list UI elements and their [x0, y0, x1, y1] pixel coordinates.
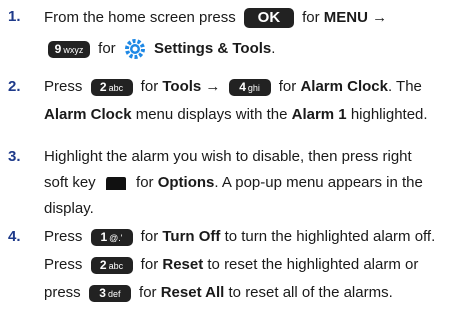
ok-key-icon: OK [243, 8, 294, 28]
key-1-icon: 1 @.' [90, 228, 133, 246]
step-number: 3. [8, 148, 21, 165]
key-4-icon: 4 ghi [228, 78, 271, 96]
step-1-line-2: 9 wxyz for Settings & Tools. [44, 38, 275, 60]
key-9-icon: 9 wxyz [48, 40, 90, 58]
key-2-icon: 2 abc [90, 78, 133, 96]
step-3-line-2: soft key for Options. A pop-up menu appe… [44, 174, 423, 191]
step-number: 4. [8, 228, 21, 245]
step-4-line-2: Press 2 abc for Reset to reset the highli… [44, 256, 419, 274]
step-3-line-3: display. [44, 200, 94, 217]
step-number: 1. [8, 8, 21, 25]
step-2-line-2: Alarm Clock menu displays with the Alarm… [44, 106, 428, 123]
right-softkey-icon [105, 176, 126, 190]
step-2-line-1: Press 2 abc for Tools → 4 ghi for Alarm Cl… [44, 78, 422, 96]
key-2-icon: 2 abc [90, 256, 133, 274]
settings-gear-icon [124, 39, 145, 59]
step-4-line-3: press 3 def for Reset All to reset all of… [44, 284, 393, 302]
step-4-line-1: Press 1 @.' for Turn Off to turn the high… [44, 228, 436, 246]
step-3-line-1: Highlight the alarm you wish to disable,… [44, 148, 412, 165]
key-3-icon: 3 def [88, 284, 131, 302]
step-number: 2. [8, 78, 21, 95]
step-1-line-1: From the home screen press OK for MENU → [44, 8, 388, 28]
